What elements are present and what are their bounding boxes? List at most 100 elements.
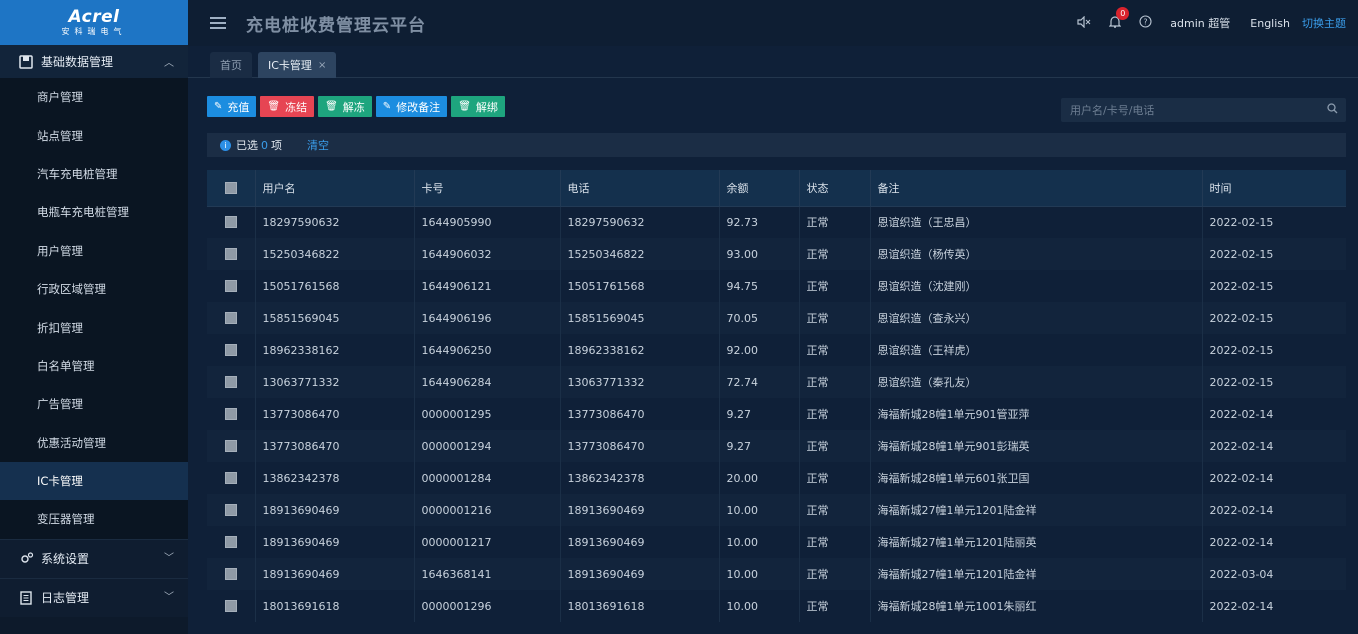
table-cell: 1644906250 xyxy=(414,334,561,366)
tab-ic-card[interactable]: IC卡管理 × xyxy=(258,52,337,78)
trash-icon: 🗑 xyxy=(458,101,471,112)
table-row[interactable]: 18013691618 0000001296 18013691618 10.00 正常海… xyxy=(207,590,1346,622)
sidebar-item[interactable]: 变压器管理 xyxy=(0,500,188,538)
column-header[interactable]: 用户名 xyxy=(255,170,415,207)
tab-bar: 首页 IC卡管理 × xyxy=(188,46,1358,78)
column-header[interactable]: 电话 xyxy=(560,170,720,207)
table-cell: 13063771332 xyxy=(255,366,415,398)
row-checkbox[interactable] xyxy=(225,472,237,484)
row-checkbox[interactable] xyxy=(225,600,237,612)
table-cell: 0000001294 xyxy=(414,430,561,462)
table-cell: 2022-02-15 xyxy=(1209,247,1274,261)
language-switch[interactable]: English xyxy=(1250,17,1290,30)
table-cell: 10.00 xyxy=(719,494,800,526)
ic-card-table: 用户名 卡号 电话 余额 状态 备注 时间 18297590632 1644905… xyxy=(207,170,1346,634)
table-row[interactable]: 18297590632 1644905990 18297590632 92.73 正常恩… xyxy=(207,206,1346,238)
table-cell: 93.00 xyxy=(719,238,800,270)
table-cell: 18297590632 xyxy=(255,206,415,238)
table-cell: 18913690469 xyxy=(560,494,720,526)
unbind-button[interactable]: 🗑 解绑 xyxy=(451,96,505,117)
row-select-cell xyxy=(207,558,256,590)
table-row[interactable]: 18913690469 0000001216 18913690469 10.00 正常海… xyxy=(207,494,1346,526)
table-row[interactable]: 15851569045 1644906196 15851569045 70.05 正常恩… xyxy=(207,302,1346,334)
table-row[interactable]: 15051761568 1644906121 15051761568 94.75 正常恩… xyxy=(207,270,1346,302)
row-checkbox[interactable] xyxy=(225,568,237,580)
table-cell: 正常 xyxy=(799,462,871,494)
clear-selection-link[interactable]: 清空 xyxy=(307,137,329,153)
table-cell: 海福新城28幢1单元901管亚萍 xyxy=(870,398,1203,430)
menu-group-system-settings[interactable]: 系统设置 ﹀ xyxy=(0,538,188,578)
sidebar-item[interactable]: 广告管理 xyxy=(0,385,188,423)
theme-switch[interactable]: 切换主题 xyxy=(1302,15,1346,31)
table-cell: 0000001217 xyxy=(414,526,561,558)
search-input[interactable] xyxy=(1061,103,1318,117)
sidebar-item[interactable]: 商户管理 xyxy=(0,78,188,116)
row-select-cell xyxy=(207,334,256,366)
menu-group-basic-data[interactable]: 基础数据管理 ︿ xyxy=(0,45,188,78)
table-cell: 正常 xyxy=(799,238,871,270)
table-cell: 2022-02-14 xyxy=(1209,535,1274,549)
table-row[interactable]: 18913690469 1646368141 18913690469 10.00 正常海… xyxy=(207,558,1346,590)
table-header-row: 用户名 卡号 电话 余额 状态 备注 时间 xyxy=(207,170,1346,207)
row-checkbox[interactable] xyxy=(225,280,237,292)
sidebar-item[interactable]: 优惠活动管理 xyxy=(0,424,188,462)
sidebar-item[interactable]: 汽车充电桩管理 xyxy=(0,155,188,193)
row-checkbox[interactable] xyxy=(225,408,237,420)
table-row[interactable]: 13773086470 0000001294 13773086470 9.27 正常 海福… xyxy=(207,430,1346,462)
menu-group-log[interactable]: 日志管理 ﹀ xyxy=(0,577,188,617)
row-checkbox[interactable] xyxy=(225,216,237,229)
row-checkbox[interactable] xyxy=(225,536,237,548)
table-cell: 13773086470 xyxy=(560,430,720,462)
unfreeze-button[interactable]: 🗑 解冻 xyxy=(318,96,372,117)
sidebar-item[interactable]: 行政区域管理 xyxy=(0,270,188,308)
row-select-cell xyxy=(207,430,256,462)
table-row[interactable]: 13862342378 0000001284 13862342378 20.00 正常海… xyxy=(207,462,1346,494)
row-checkbox[interactable] xyxy=(225,248,237,260)
row-select-cell xyxy=(207,206,256,238)
table-row[interactable]: 15250346822 1644906032 15250346822 93.00 正常恩… xyxy=(207,238,1346,270)
menu-group-label: 基础数据管理 xyxy=(41,55,114,69)
search-icon[interactable] xyxy=(1318,103,1346,117)
column-header[interactable]: 备注 xyxy=(870,170,1203,207)
select-all-checkbox[interactable] xyxy=(225,181,237,194)
row-checkbox[interactable] xyxy=(225,312,237,324)
sidebar-item[interactable]: IC卡管理 xyxy=(0,461,188,501)
help-icon[interactable]: ? xyxy=(1139,15,1152,31)
column-header[interactable]: 余额 xyxy=(719,170,800,207)
row-checkbox[interactable] xyxy=(225,344,237,356)
trash-icon: 🗑 xyxy=(325,101,338,112)
table-cell: 恩谊织造（秦孔友） xyxy=(870,366,1203,398)
table-cell: 正常 xyxy=(799,494,871,526)
sidebar-item[interactable]: 用户管理 xyxy=(0,232,188,270)
freeze-button[interactable]: 🗑 冻结 xyxy=(260,96,315,117)
close-icon[interactable]: × xyxy=(318,60,326,71)
user-menu[interactable]: admin 超管 xyxy=(1170,15,1230,31)
table-row[interactable]: 13773086470 0000001295 13773086470 9.27 正常 海福… xyxy=(207,398,1346,430)
row-checkbox[interactable] xyxy=(225,440,237,452)
column-header[interactable]: 时间 xyxy=(1202,170,1346,207)
table-row[interactable]: 18962338162 1644906250 18962338162 92.00 正常恩… xyxy=(207,334,1346,366)
column-header[interactable]: 状态 xyxy=(799,170,871,207)
info-icon: i xyxy=(220,139,231,151)
row-checkbox[interactable] xyxy=(225,376,237,388)
sidebar-item[interactable]: 折扣管理 xyxy=(0,308,188,346)
menu-toggle-icon[interactable] xyxy=(210,17,226,29)
table-row[interactable]: 18913690469 0000001217 18913690469 10.00 正常海… xyxy=(207,526,1346,558)
row-select-cell xyxy=(207,366,256,398)
sidebar-item[interactable]: 白名单管理 xyxy=(0,347,188,385)
recharge-button[interactable]: ✎ 充值 xyxy=(207,96,257,117)
tab-home[interactable]: 首页 xyxy=(210,52,252,78)
row-checkbox[interactable] xyxy=(225,504,237,516)
table-row[interactable]: 13063771332 1644906284 13063771332 72.74 正常恩… xyxy=(207,366,1346,398)
search-box xyxy=(1061,98,1346,122)
sidebar-item[interactable]: 站点管理 xyxy=(0,116,188,154)
mute-icon[interactable] xyxy=(1077,15,1091,31)
table-cell: 恩谊织造（杨传英） xyxy=(870,238,1203,270)
edit-note-button[interactable]: ✎ 修改备注 xyxy=(375,96,448,117)
column-header[interactable]: 卡号 xyxy=(414,170,561,207)
sidebar-item[interactable]: 电瓶车充电桩管理 xyxy=(0,193,188,231)
table-cell: 15250346822 xyxy=(255,238,415,270)
table-cell: 70.05 xyxy=(719,302,800,334)
table-cell: 92.00 xyxy=(719,334,800,366)
bell-icon[interactable]: 0 xyxy=(1108,7,1130,31)
